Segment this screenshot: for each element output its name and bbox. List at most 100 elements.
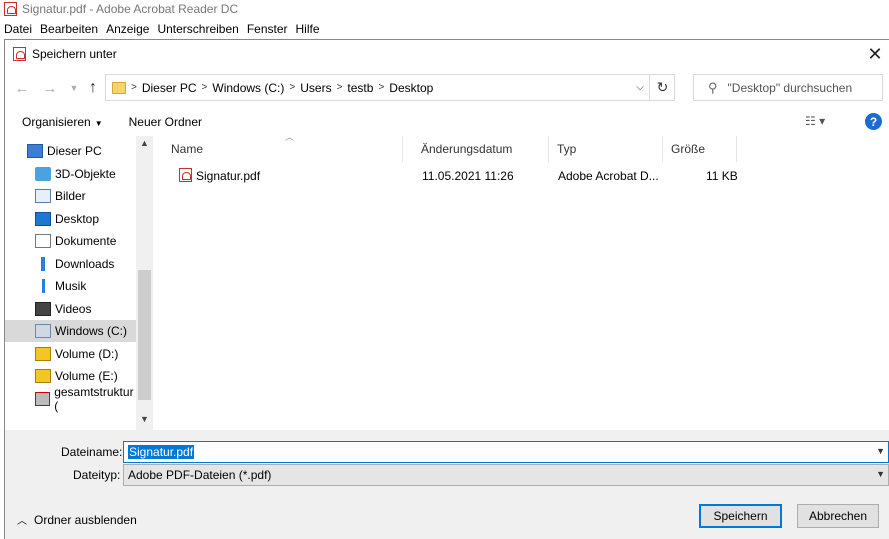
save-button[interactable]: Speichern [699, 504, 782, 528]
sidebar-item-volume-e[interactable]: Volume (E:) [5, 365, 136, 387]
breadcrumb-separator-icon[interactable]: > [378, 82, 384, 93]
breadcrumb-desktop[interactable]: Desktop [389, 81, 433, 95]
sidebar-item-label: Downloads [55, 257, 115, 271]
breadcrumb-windows-c[interactable]: Windows (C:) [212, 81, 284, 95]
filename-input[interactable]: Signatur.pdf ▼ [123, 441, 889, 463]
menu-hilfe[interactable]: Hilfe [292, 22, 324, 36]
sidebar-item-dieser-pc[interactable]: Dieser PC [5, 140, 136, 162]
file-row[interactable]: Signatur.pdf 11.05.2021 11:26 Adobe Acro… [171, 166, 751, 186]
drive-warning-icon [35, 369, 51, 383]
drive-warning-icon [35, 347, 51, 361]
filename-label: Dateiname: [61, 445, 123, 459]
save-as-dialog: Speichern unter ✕ ← → ▼ ↑ > Dieser PC > … [4, 39, 889, 539]
hide-folders-label: Ordner ausblenden [34, 512, 137, 527]
forward-arrow-icon[interactable]: → [41, 78, 59, 98]
chevron-down-icon[interactable]: ▼ [876, 469, 885, 479]
sidebar-item-label: Videos [55, 302, 92, 316]
app-title: Signatur.pdf - Adobe Acrobat Reader DC [22, 2, 239, 16]
acrobat-pdf-icon [4, 2, 17, 16]
back-arrow-icon[interactable]: ← [13, 78, 31, 98]
sidebar-item-label: Bilder [55, 189, 86, 203]
scroll-down-icon[interactable]: ▼ [136, 414, 153, 424]
dialog-title: Speichern unter [32, 47, 117, 61]
view-options-icon[interactable]: ☷ ▾ [805, 114, 825, 128]
sidebar-item-label: Musik [55, 279, 87, 293]
documents-icon [35, 234, 51, 248]
nav-scrollbar[interactable]: ▲ ▼ [136, 136, 153, 430]
breadcrumb-separator-icon[interactable]: > [289, 82, 295, 93]
desktop-icon [35, 212, 51, 226]
scroll-thumb[interactable] [138, 270, 151, 400]
sidebar-item-label: Windows (C:) [55, 324, 128, 338]
computer-icon [27, 144, 43, 158]
breadcrumb-separator-icon[interactable]: > [337, 82, 343, 93]
recent-locations-chevron-icon[interactable]: ▼ [65, 78, 83, 98]
address-bar[interactable]: > Dieser PC > Windows (C:) > Users > tes… [105, 74, 675, 101]
downloads-icon [35, 257, 51, 271]
filetype-value: Adobe PDF-Dateien (*.pdf) [128, 468, 272, 482]
column-header-type[interactable]: Typ [549, 136, 663, 162]
sidebar-item-dokumente[interactable]: Dokumente [5, 230, 136, 252]
sidebar-item-label: Volume (E:) [55, 369, 118, 383]
cancel-button[interactable]: Abbrechen [797, 504, 879, 528]
breadcrumb-users[interactable]: Users [300, 81, 331, 95]
sidebar-item-3d-objekte[interactable]: 3D-Objekte [5, 163, 136, 185]
up-arrow-icon[interactable]: ↑ [84, 78, 102, 98]
file-name: Signatur.pdf [196, 169, 261, 183]
file-type: Adobe Acrobat D... [558, 169, 659, 183]
refresh-icon[interactable]: ↻ [649, 74, 675, 101]
address-row: ← → ▼ ↑ > Dieser PC > Windows (C:) > Use… [5, 74, 889, 102]
breadcrumb-separator-icon[interactable]: > [202, 82, 208, 93]
sidebar-item-desktop[interactable]: Desktop [5, 208, 136, 230]
sidebar-item-bilder[interactable]: Bilder [5, 185, 136, 207]
file-modified: 11.05.2021 11:26 [422, 169, 514, 183]
filetype-label: Dateityp: [73, 468, 121, 482]
breadcrumb-separator-icon[interactable]: > [131, 82, 137, 93]
breadcrumb-testb[interactable]: testb [347, 81, 373, 95]
app-title-bar: Signatur.pdf - Adobe Acrobat Reader DC [0, 0, 889, 18]
sidebar-item-musik[interactable]: Musik [5, 275, 136, 297]
column-header-modified[interactable]: Änderungsdatum [413, 136, 549, 162]
organize-label: Organisieren [22, 115, 91, 129]
chevron-down-icon[interactable]: ▼ [876, 446, 885, 456]
close-icon[interactable]: ✕ [863, 42, 887, 66]
app-menu-bar: Datei Bearbeiten Anzeige Unterschreiben … [0, 19, 889, 39]
search-icon: ⚲ [708, 79, 718, 95]
menu-anzeige[interactable]: Anzeige [102, 22, 153, 36]
menu-datei[interactable]: Datei [0, 22, 36, 36]
navigation-pane: Dieser PC 3D-Objekte Bilder Desktop Dokument… [5, 136, 153, 430]
file-list: ︿ Name Änderungsdatum Typ Größe Signatur… [155, 132, 889, 430]
sidebar-item-label: Dokumente [55, 234, 117, 248]
filetype-select[interactable]: Adobe PDF-Dateien (*.pdf) ▼ [123, 464, 889, 486]
sidebar-item-label: Desktop [55, 212, 100, 226]
new-folder-button[interactable]: Neuer Ordner [129, 115, 202, 129]
breadcrumb-dieser-pc[interactable]: Dieser PC [142, 81, 197, 95]
sidebar-item-windows-c[interactable]: Windows (C:) [5, 320, 136, 342]
menu-bearbeiten[interactable]: Bearbeiten [36, 22, 102, 36]
search-box[interactable]: ⚲ [693, 74, 883, 101]
music-icon [35, 279, 51, 293]
pdf-icon [13, 47, 26, 61]
chevron-down-icon: ▼ [94, 119, 103, 128]
sidebar-item-gesamtstruktur[interactable]: gesamtstruktur ( [5, 385, 136, 413]
menu-unterschreiben[interactable]: Unterschreiben [153, 22, 242, 36]
column-header-size[interactable]: Größe [663, 136, 737, 162]
pdf-file-icon [179, 168, 192, 182]
chevron-down-icon[interactable]: ⌵ [630, 82, 650, 93]
help-icon[interactable]: ? [865, 113, 882, 130]
bottom-panel: Dateiname: Signatur.pdf ▼ Dateityp: Adob… [5, 430, 889, 539]
column-header-name[interactable]: Name [163, 136, 403, 162]
search-input[interactable] [727, 80, 878, 95]
organize-button[interactable]: Organisieren ▼ [22, 115, 103, 129]
hide-folders-toggle[interactable]: ︿ Ordner ausblenden [17, 512, 137, 528]
sidebar-item-volume-d[interactable]: Volume (D:) [5, 343, 136, 365]
3d-objects-icon [35, 167, 51, 181]
menu-fenster[interactable]: Fenster [243, 22, 292, 36]
sidebar-item-label: 3D-Objekte [55, 167, 116, 181]
sidebar-item-label: Volume (D:) [55, 347, 119, 361]
sidebar-item-videos[interactable]: Videos [5, 298, 136, 320]
sidebar-item-downloads[interactable]: Downloads [5, 253, 136, 275]
chevron-up-icon: ︿ [17, 516, 27, 527]
scroll-up-icon[interactable]: ▲ [136, 138, 153, 148]
filename-value: Signatur.pdf [128, 445, 195, 459]
